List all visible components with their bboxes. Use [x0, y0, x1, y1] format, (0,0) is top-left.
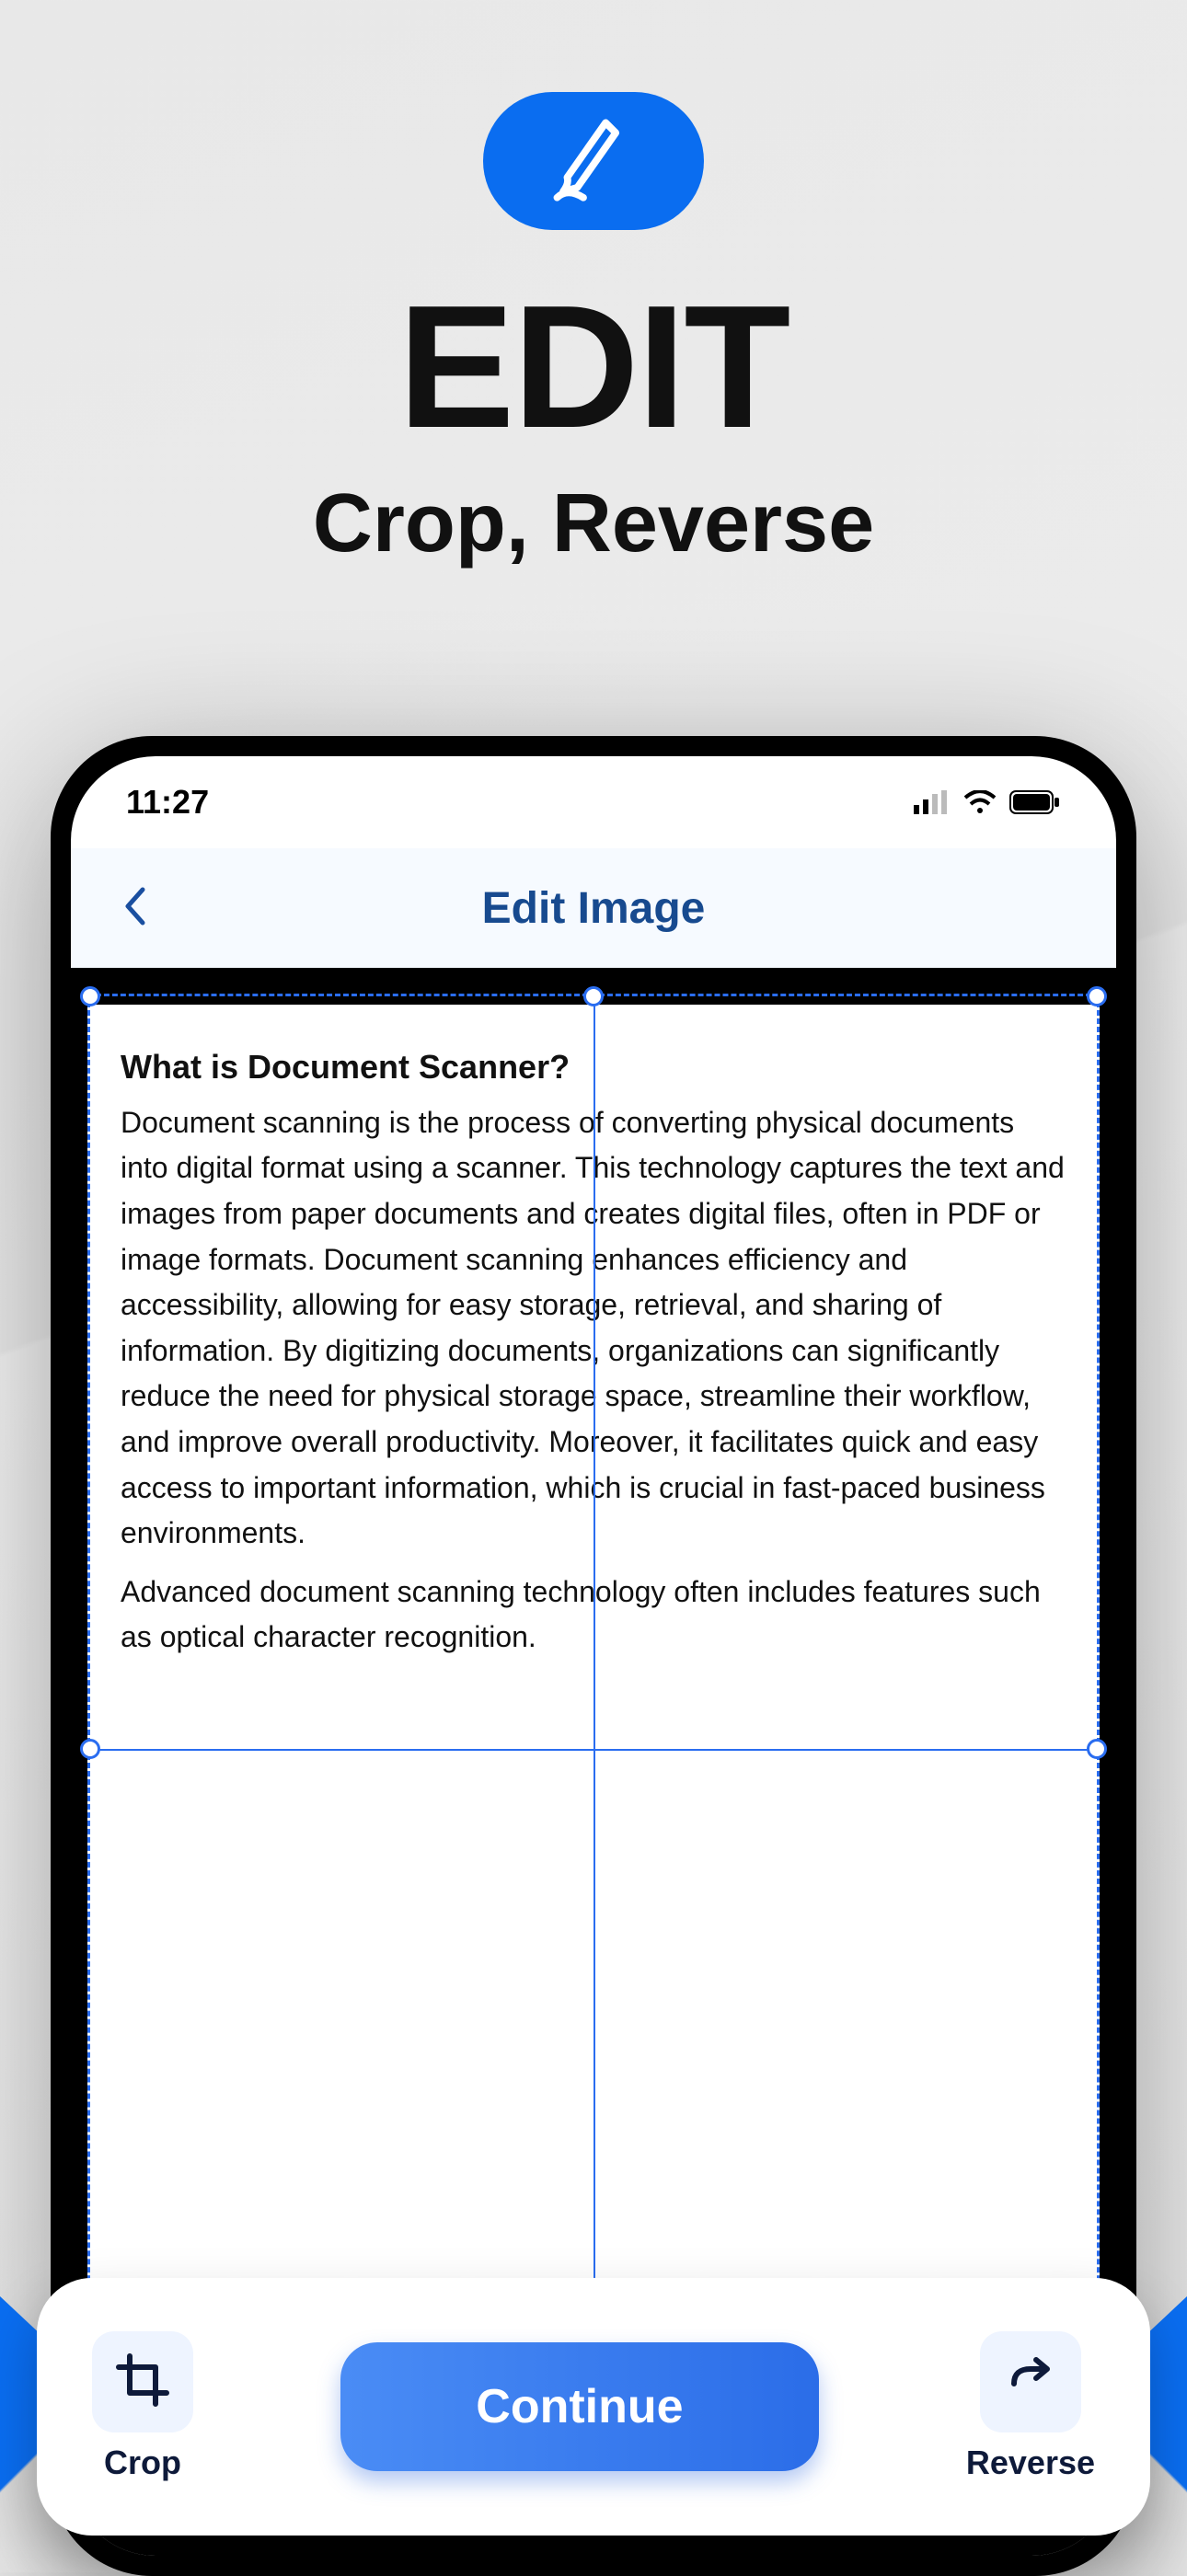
continue-label: Continue	[476, 2379, 683, 2434]
hero-section: EDIT Crop, Reverse	[0, 0, 1187, 571]
document-paragraph: Advanced document scanning technology of…	[121, 1570, 1066, 1661]
document-paragraph: Document scanning is the process of conv…	[121, 1100, 1066, 1557]
edit-badge	[483, 92, 704, 230]
crop-handle[interactable]	[80, 986, 100, 1006]
continue-button[interactable]: Continue	[340, 2342, 819, 2471]
bottom-toolbar: Crop Continue Reverse	[37, 2278, 1150, 2536]
document-heading: What is Document Scanner?	[121, 1041, 1066, 1093]
battery-icon	[1009, 790, 1061, 814]
cellular-icon	[914, 790, 951, 814]
wifi-icon	[963, 790, 997, 814]
status-bar: 11:27	[71, 756, 1116, 848]
screen-title: Edit Image	[482, 883, 706, 934]
hero-title: EDIT	[0, 267, 1187, 467]
reverse-label: Reverse	[966, 2444, 1095, 2482]
back-button[interactable]	[108, 880, 163, 936]
hero-subtitle: Crop, Reverse	[0, 477, 1187, 571]
pen-sign-icon	[543, 109, 644, 214]
status-time: 11:27	[126, 783, 209, 822]
reverse-button[interactable]: Reverse	[966, 2331, 1095, 2482]
crop-handle[interactable]	[583, 986, 604, 1006]
reverse-icon	[1003, 2352, 1058, 2412]
crop-button[interactable]: Crop	[92, 2331, 193, 2482]
crop-icon	[115, 2352, 170, 2412]
chevron-left-icon	[121, 884, 150, 933]
crop-handle[interactable]	[1087, 986, 1107, 1006]
app-header: Edit Image	[71, 848, 1116, 968]
crop-label: Crop	[104, 2444, 181, 2482]
